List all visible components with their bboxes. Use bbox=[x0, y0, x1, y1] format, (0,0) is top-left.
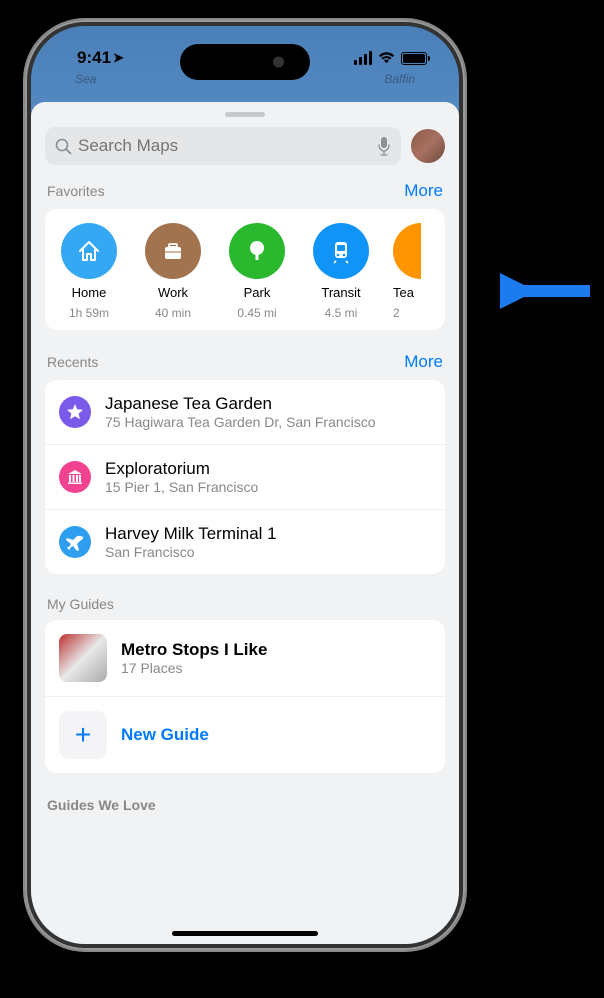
plane-icon bbox=[59, 526, 91, 558]
location-services-icon: ➤ bbox=[113, 50, 124, 66]
sheet-grabber[interactable] bbox=[225, 112, 265, 117]
house-icon bbox=[61, 223, 117, 279]
phone-frame: Sea Baffin 9:41 ➤ bbox=[25, 20, 465, 950]
search-bar[interactable] bbox=[45, 127, 401, 165]
favorite-home[interactable]: Home 1h 59m bbox=[47, 223, 131, 320]
annotation-arrow bbox=[500, 266, 600, 316]
favorite-work[interactable]: Work 40 min bbox=[131, 223, 215, 320]
favorites-title: Favorites bbox=[47, 183, 105, 199]
recents-more-button[interactable]: More bbox=[404, 352, 443, 372]
favorites-card[interactable]: Home 1h 59m Work 40 min bbox=[45, 209, 445, 330]
favorites-more-button[interactable]: More bbox=[404, 181, 443, 201]
my-guides-title: My Guides bbox=[47, 596, 114, 612]
museum-icon bbox=[59, 461, 91, 493]
recent-item[interactable]: Exploratorium 15 Pier 1, San Francisco bbox=[45, 445, 445, 510]
profile-avatar[interactable] bbox=[411, 129, 445, 163]
guide-item[interactable]: Metro Stops I Like 17 Places bbox=[45, 620, 445, 697]
my-guides-card: Metro Stops I Like 17 Places + New Guide bbox=[45, 620, 445, 773]
recent-item[interactable]: Harvey Milk Terminal 1 San Francisco bbox=[45, 510, 445, 574]
recent-title: Harvey Milk Terminal 1 bbox=[105, 524, 431, 544]
recent-subtitle: 75 Hagiwara Tea Garden Dr, San Francisco bbox=[105, 414, 431, 430]
wifi-icon bbox=[378, 52, 395, 64]
dynamic-island bbox=[180, 44, 310, 80]
guide-title: Metro Stops I Like bbox=[121, 640, 267, 660]
favorite-park[interactable]: Park 0.45 mi bbox=[215, 223, 299, 320]
briefcase-icon bbox=[145, 223, 201, 279]
recent-subtitle: San Francisco bbox=[105, 544, 431, 560]
recent-item[interactable]: Japanese Tea Garden 75 Hagiwara Tea Gard… bbox=[45, 380, 445, 445]
star-icon bbox=[59, 396, 91, 428]
favorite-transit[interactable]: Transit 4.5 mi bbox=[299, 223, 383, 320]
new-guide-button[interactable]: + New Guide bbox=[45, 697, 445, 773]
search-icon bbox=[55, 138, 72, 155]
recents-card: Japanese Tea Garden 75 Hagiwara Tea Gard… bbox=[45, 380, 445, 574]
guides-we-love-title: Guides We Love bbox=[45, 773, 445, 813]
home-indicator[interactable] bbox=[172, 931, 318, 936]
favorite-tea-partial[interactable]: Tea 2 bbox=[383, 223, 423, 320]
recents-title: Recents bbox=[47, 354, 98, 370]
guide-subtitle: 17 Places bbox=[121, 660, 267, 676]
guide-thumbnail bbox=[59, 634, 107, 682]
plus-icon: + bbox=[59, 711, 107, 759]
recent-subtitle: 15 Pier 1, San Francisco bbox=[105, 479, 431, 495]
recent-title: Japanese Tea Garden bbox=[105, 394, 431, 414]
recent-title: Exploratorium bbox=[105, 459, 431, 479]
cellular-signal-icon bbox=[354, 51, 372, 65]
search-card-sheet[interactable]: Favorites More Home 1h 59m bbox=[31, 102, 459, 944]
battery-icon bbox=[401, 52, 427, 65]
status-time: 9:41 bbox=[77, 48, 111, 68]
search-input[interactable] bbox=[78, 136, 371, 156]
tree-icon bbox=[229, 223, 285, 279]
tram-icon bbox=[313, 223, 369, 279]
microphone-icon[interactable] bbox=[377, 136, 391, 156]
pin-icon bbox=[393, 223, 421, 279]
